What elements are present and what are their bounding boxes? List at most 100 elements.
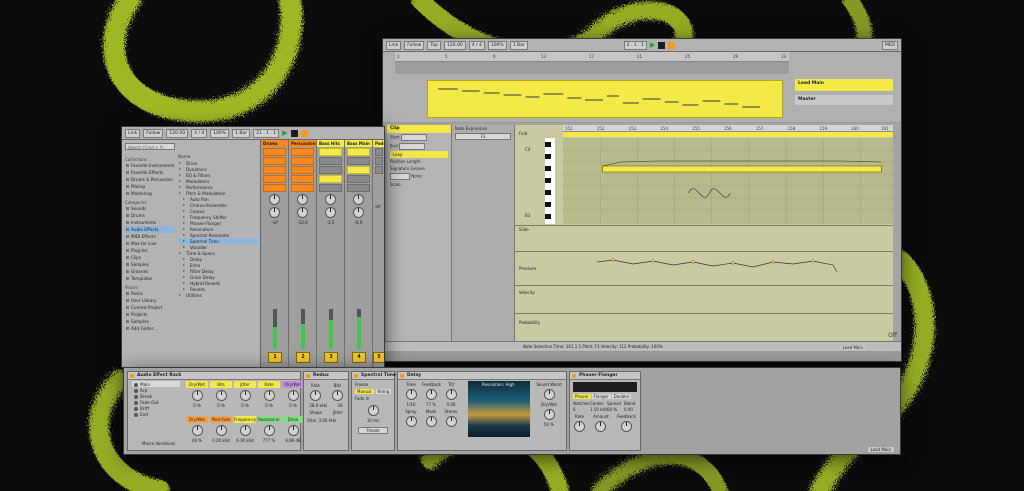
macro-knob[interactable] — [239, 390, 251, 401]
clip-slot[interactable] — [375, 166, 383, 174]
arrangement-ruler[interactable]: 1 5 9 13 17 21 25 29 33 — [395, 52, 789, 62]
add-folder-item[interactable]: Add Folder... — [125, 325, 175, 332]
name-column-header[interactable]: Name — [178, 154, 258, 159]
record-icon[interactable] — [668, 41, 676, 49]
collection-item[interactable]: Favorite Instruments — [125, 162, 175, 169]
send-knob[interactable] — [269, 194, 280, 205]
macro-5[interactable]: Dry/Wet 0 % — [282, 381, 304, 415]
category-item[interactable]: MIDI Effects — [125, 233, 175, 240]
piano-keys[interactable] — [545, 138, 555, 224]
macro-knob[interactable] — [287, 425, 299, 436]
probability-lane[interactable]: Probability — [515, 313, 893, 344]
retrig-button[interactable]: Retrig — [375, 389, 392, 394]
resolution-label[interactable]: Resolution: High — [482, 382, 515, 387]
note-expression-field[interactable]: F3 — [455, 133, 511, 140]
phaser-feedback-knob[interactable] — [620, 421, 632, 432]
category-item[interactable]: Sounds — [125, 205, 175, 212]
volume-fader[interactable] — [357, 309, 361, 349]
groove-select[interactable]: None — [411, 174, 421, 179]
link-button[interactable]: Link — [386, 40, 402, 50]
macro-knob[interactable] — [215, 390, 227, 401]
category-item[interactable]: Templates — [125, 275, 175, 282]
stop-icon[interactable] — [658, 41, 666, 49]
clip-slot[interactable] — [291, 175, 314, 183]
spread-value[interactable]: 50 % — [607, 407, 623, 412]
send-knob[interactable] — [297, 194, 308, 205]
record-icon[interactable] — [300, 129, 308, 137]
play-icon[interactable]: ▶ — [282, 129, 287, 137]
dry-wet-knob[interactable] — [543, 409, 555, 420]
center-value[interactable]: 1.50 kHz — [590, 407, 608, 412]
clip-slot[interactable] — [263, 175, 286, 183]
macro-9[interactable]: Frequen-cy 6.30 kHz — [234, 416, 256, 450]
clip-slot[interactable] — [347, 166, 370, 174]
clip-slot[interactable] — [319, 148, 342, 156]
delay-mask-knob[interactable] — [425, 416, 437, 427]
macro-1[interactable]: Dry/Wet 0 % — [186, 381, 208, 415]
clip-slot[interactable] — [375, 157, 383, 165]
track-activator[interactable]: 5 — [373, 352, 384, 363]
play-icon[interactable]: ▶ — [650, 41, 655, 49]
signature-field[interactable] — [390, 173, 410, 180]
place-item[interactable]: Packs — [125, 290, 175, 297]
spectrogram-display[interactable] — [468, 381, 530, 437]
spectral-time-title[interactable]: Spectral Time — [352, 372, 396, 380]
place-item[interactable]: Current Project — [125, 304, 175, 311]
pan-knob[interactable] — [297, 207, 308, 218]
track-activator[interactable]: 4 — [352, 352, 366, 363]
category-item[interactable]: Samples — [125, 261, 175, 268]
macro-knob[interactable] — [263, 425, 275, 436]
clip-slot[interactable] — [347, 175, 370, 183]
collection-item[interactable]: Favorite Effects — [125, 169, 175, 176]
clip-slot[interactable] — [375, 148, 383, 156]
macro-7[interactable]: Dry/Wet 46 % — [186, 416, 208, 450]
folder-item[interactable]: Utilities — [178, 292, 258, 298]
pan-knob[interactable] — [325, 207, 336, 218]
macro-2[interactable]: Bits 0 % — [210, 381, 232, 415]
delay-spray-knob[interactable] — [405, 416, 417, 427]
macro-10[interactable]: Resonat-or 777 % — [258, 416, 280, 450]
redux-rate-knob[interactable] — [309, 390, 321, 401]
midi-note-editor[interactable]: 151 152 153 154 155 156 157 158 159 160 … — [515, 125, 893, 351]
track-title[interactable]: Bass Main — [345, 140, 372, 147]
place-item[interactable]: Samples — [125, 318, 175, 325]
macro-11[interactable]: Drive 8.89 dB — [282, 416, 304, 450]
delay-time-knob[interactable] — [405, 389, 417, 400]
macro-knob[interactable] — [239, 425, 251, 436]
track-title[interactable]: Percussion — [289, 140, 316, 147]
time-signature[interactable]: 4 / 4 — [468, 40, 485, 50]
midi-note[interactable] — [602, 165, 882, 173]
loop-button[interactable]: Loop — [393, 152, 403, 157]
category-item[interactable]: Instruments — [125, 219, 175, 226]
phaser-rate-knob[interactable] — [574, 421, 586, 432]
end-field[interactable] — [398, 143, 425, 150]
macro-knob[interactable] — [215, 425, 227, 436]
blend-value[interactable]: 0.00 — [624, 407, 640, 412]
clip-slot[interactable] — [263, 157, 286, 165]
loop-brace[interactable] — [563, 132, 893, 137]
send-knob[interactable] — [325, 194, 336, 205]
category-item[interactable]: Drums — [125, 212, 175, 219]
redux-title[interactable]: Redux — [304, 372, 348, 380]
clip-slot[interactable] — [347, 184, 370, 192]
macro-knob[interactable] — [287, 390, 299, 401]
notches-value[interactable]: 6 — [573, 407, 589, 412]
macro-knob[interactable] — [191, 425, 203, 436]
clip-slot[interactable] — [319, 184, 342, 192]
macro-4[interactable]: Rate 0 % — [258, 381, 280, 415]
clip-slot[interactable] — [291, 166, 314, 174]
pressure-lane[interactable]: Pressure — [515, 251, 893, 286]
phaser-amount-knob[interactable] — [595, 421, 607, 432]
note-grid[interactable] — [563, 138, 893, 224]
category-item[interactable]: Grooves — [125, 268, 175, 275]
clip-slot[interactable] — [347, 157, 370, 165]
flanger-mode-button[interactable]: Flanger — [591, 394, 611, 399]
start-field[interactable] — [401, 134, 428, 141]
follow-button[interactable]: Follow — [143, 128, 164, 138]
chain-item[interactable]: End — [132, 411, 180, 417]
phaser-mode-button[interactable]: Phaser — [573, 394, 591, 399]
fade-in-knob[interactable] — [367, 405, 379, 416]
clip-slot[interactable] — [291, 184, 314, 192]
midi-ruler[interactable]: 151 152 153 154 155 156 157 158 159 160 … — [563, 125, 893, 132]
follow-button[interactable]: Follow — [404, 40, 425, 50]
